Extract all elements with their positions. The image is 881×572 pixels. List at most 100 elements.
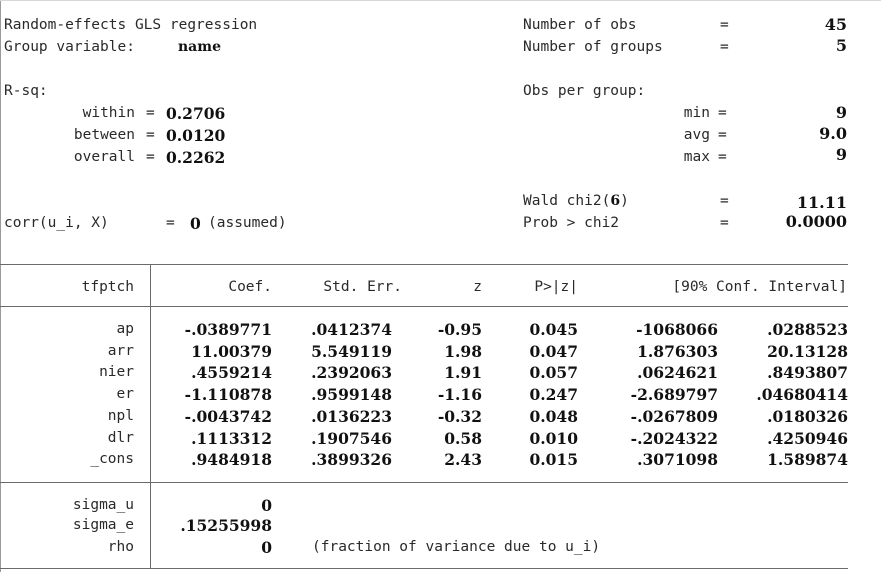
min-eq: =	[718, 105, 727, 121]
row-ci-lower: -.0267809	[630, 406, 718, 426]
group-variable-value: name	[178, 39, 221, 55]
row-coef: -1.110878	[184, 385, 272, 405]
row-std-err: .9599148	[311, 385, 392, 405]
table-sigma-rule	[0, 482, 848, 483]
rho-note: (fraction of variance due to u_i)	[312, 539, 601, 555]
row-p-value: 0.047	[529, 341, 578, 361]
within-label: within	[82, 105, 135, 121]
row-varname: dlr	[107, 429, 134, 446]
row-std-err: .3899326	[311, 450, 392, 470]
col-header-z: z	[473, 279, 482, 295]
wald-label: Wald chi2(6)	[523, 194, 629, 209]
overall-eq: =	[146, 149, 155, 165]
row-z: -1.16	[437, 385, 482, 405]
left-border	[0, 0, 1, 572]
row-coef: .9484918	[191, 450, 272, 470]
row-z: 1.91	[444, 363, 482, 383]
row-coef: .1113312	[191, 428, 272, 448]
corr-label: corr(u_i, X)	[4, 215, 109, 231]
obs-per-group-label: Obs per group:	[523, 83, 646, 99]
row-z: -0.95	[437, 320, 482, 339]
row-std-err: .2392063	[311, 363, 392, 383]
wald-eq: =	[720, 193, 729, 209]
row-varname: _cons	[90, 451, 134, 468]
max-value: 9	[835, 145, 847, 164]
row-varname: npl	[107, 407, 134, 424]
row-coef: 11.00379	[191, 341, 272, 361]
sigma-e-value: .15255998	[180, 516, 272, 535]
col-header-ci: [90% Conf. Interval]	[672, 279, 847, 295]
prob-label: Prob > chi2	[523, 215, 620, 231]
prob-eq: =	[720, 215, 729, 231]
avg-label: avg	[683, 127, 710, 143]
row-p-value: 0.015	[529, 450, 578, 470]
row-varname: nier	[99, 364, 134, 381]
row-z: 2.43	[444, 450, 482, 470]
row-varname: arr	[107, 342, 134, 359]
within-value: 0.2706	[166, 104, 226, 123]
avg-value: 9.0	[819, 124, 847, 143]
corr-eq: =	[166, 215, 175, 231]
row-p-value: 0.048	[529, 406, 578, 426]
ngroups-value: 5	[835, 36, 847, 55]
row-std-err: .0412374	[311, 320, 392, 339]
ngroups-eq: =	[720, 39, 729, 55]
wald-value: 11.11	[796, 193, 847, 212]
overall-label: overall	[73, 149, 135, 165]
corr-value: 0	[190, 214, 201, 233]
row-ci-lower: .0624621	[637, 363, 718, 383]
max-label: max	[683, 149, 710, 165]
row-ci-upper: .0288523	[767, 320, 848, 339]
between-value: 0.0120	[166, 126, 226, 145]
overall-value: 0.2262	[166, 148, 226, 167]
row-p-value: 0.045	[529, 320, 578, 339]
table-top-rule	[0, 264, 848, 265]
row-varname: er	[116, 386, 134, 403]
row-ci-lower: -1068066	[636, 320, 718, 339]
nobs-label: Number of obs	[523, 17, 637, 33]
corr-note: (assumed)	[208, 215, 287, 231]
rsq-label: R-sq:	[4, 83, 48, 99]
table-bottom-rule	[0, 568, 848, 569]
row-varname: ap	[116, 321, 134, 337]
row-ci-upper: 20.13128	[767, 341, 848, 361]
row-ci-upper: .4250946	[767, 428, 848, 448]
min-label: min	[683, 105, 710, 121]
nobs-eq: =	[720, 17, 729, 33]
nobs-value: 45	[824, 15, 847, 34]
between-label: between	[73, 127, 135, 143]
row-coef: .4559214	[191, 363, 272, 383]
row-z: -0.32	[437, 406, 482, 426]
sigma-e-label: sigma_e	[72, 517, 134, 533]
row-p-value: 0.057	[529, 363, 578, 383]
top-border	[0, 0, 881, 1]
sigma-u-value: 0	[261, 496, 272, 515]
wald-close: )	[620, 193, 629, 209]
wald-label-text: Wald chi2(	[523, 193, 611, 209]
row-p-value: 0.010	[529, 428, 578, 448]
row-z: 1.98	[444, 341, 482, 361]
min-value: 9	[835, 103, 847, 122]
max-eq: =	[718, 149, 727, 165]
dependent-variable: tfptch	[81, 279, 134, 295]
row-ci-upper: .8493807	[767, 363, 848, 383]
row-ci-lower: -2.689797	[630, 385, 718, 405]
sigma-u-label: sigma_u	[72, 497, 134, 513]
wald-df: 6	[610, 193, 621, 209]
row-coef: -.0389771	[184, 320, 272, 339]
row-ci-lower: .3071098	[637, 450, 718, 470]
col-header-se: Std. Err.	[323, 279, 402, 295]
table-header-rule	[0, 306, 848, 307]
row-ci-upper: .0180326	[767, 406, 848, 426]
rho-value: 0	[261, 538, 272, 557]
row-std-err: .0136223	[311, 406, 392, 426]
row-ci-upper: 1.589874	[767, 450, 848, 470]
prob-value: 0.0000	[785, 212, 847, 231]
row-ci-lower: 1.876303	[637, 341, 718, 361]
row-std-err: 5.549119	[311, 341, 392, 361]
group-variable-label: Group variable:	[4, 39, 144, 55]
col-header-p: P>|z|	[534, 279, 578, 295]
within-eq: =	[146, 105, 155, 121]
ngroups-label: Number of groups	[523, 39, 663, 55]
row-z: 0.58	[444, 428, 482, 448]
